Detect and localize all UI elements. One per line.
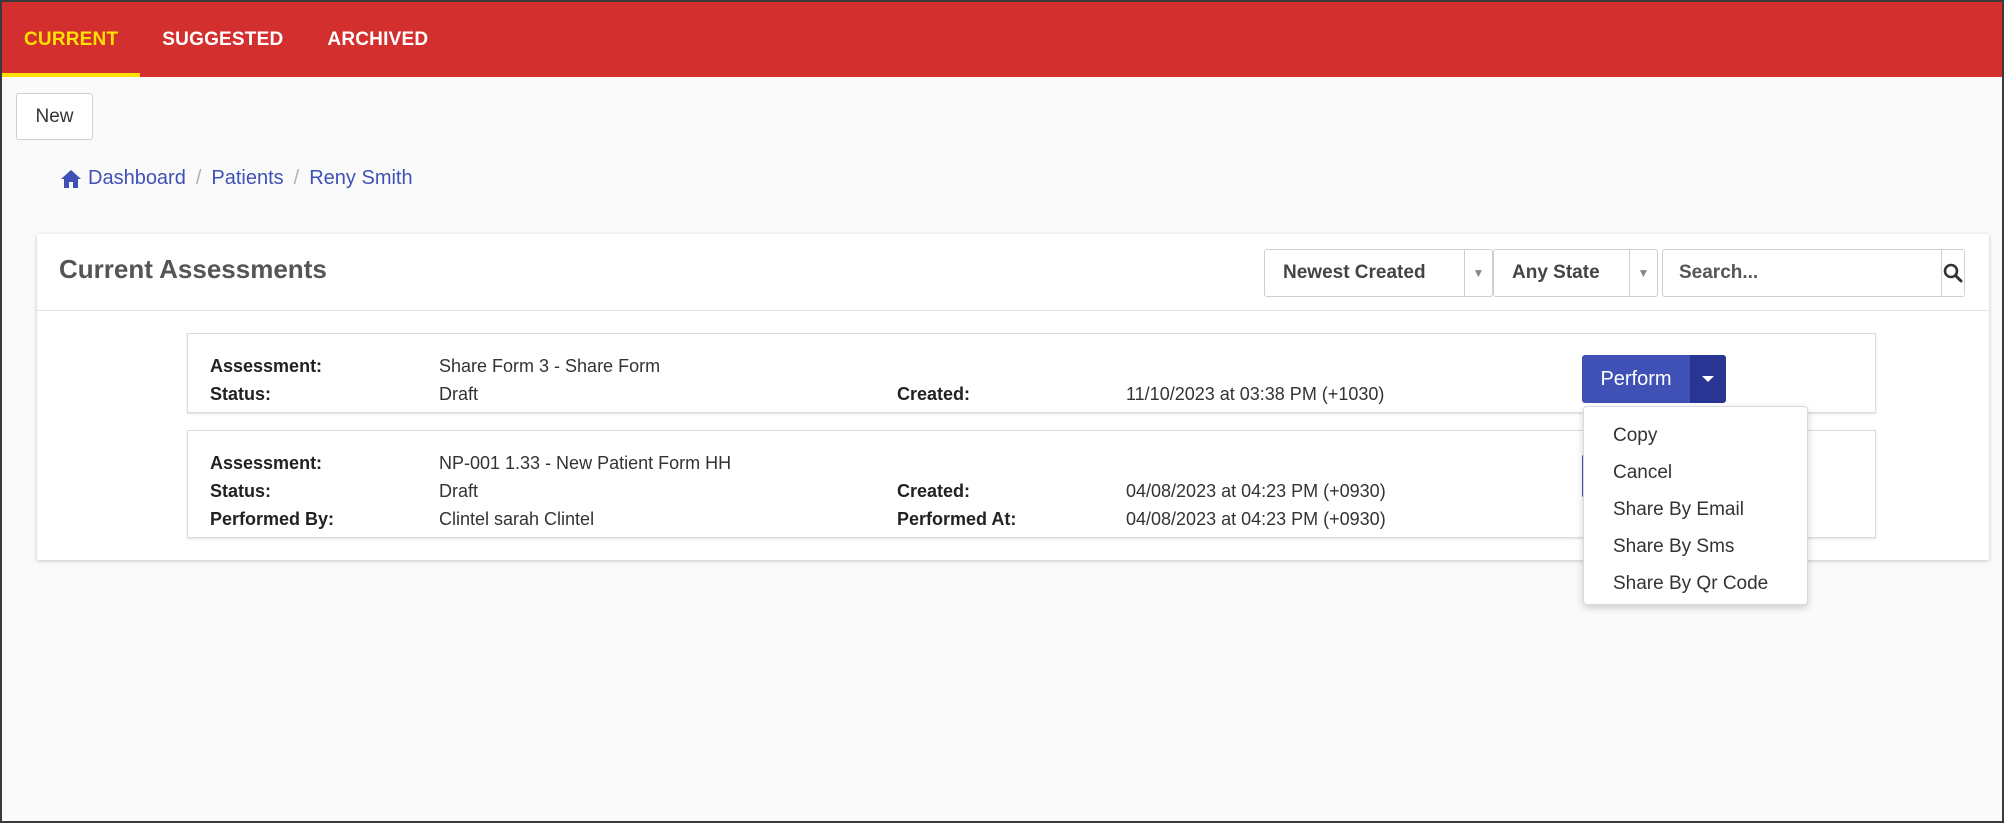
created-label: Created: xyxy=(897,384,971,404)
breadcrumb-patients[interactable]: Patients xyxy=(211,167,283,190)
menu-item-share-sms[interactable]: Share By Sms xyxy=(1584,528,1807,565)
menu-item-share-qr-code[interactable]: Share By Qr Code xyxy=(1584,565,1807,602)
assessment-value: NP-001 1.33 - New Patient Form HH xyxy=(439,453,732,473)
created-value: 11/10/2023 at 03:38 PM (+1030) xyxy=(1126,384,1385,404)
breadcrumb: Dashboard / Patients / Reny Smith xyxy=(60,167,413,190)
sort-select-value: Newest Created xyxy=(1283,262,1426,283)
card-header: Current Assessments Newest Created ▼ Any… xyxy=(37,234,1989,311)
perform-dropdown-toggle[interactable] xyxy=(1690,355,1726,403)
performed-by-label: Performed By: xyxy=(210,509,335,529)
breadcrumb-patient-name[interactable]: Reny Smith xyxy=(309,167,412,190)
performed-at-value: 04/08/2023 at 04:23 PM (+0930) xyxy=(1126,509,1386,529)
caret-down-icon xyxy=(1702,376,1714,382)
assessment-row: Assessment: Share Form 3 - Share Form St… xyxy=(187,333,1876,413)
search-input[interactable] xyxy=(1663,250,1941,296)
status-label: Status: xyxy=(210,384,272,404)
created-value: 04/08/2023 at 04:23 PM (+0930) xyxy=(1126,481,1386,501)
perform-dropdown-menu: Copy Cancel Share By Email Share By Sms … xyxy=(1583,406,1808,605)
app-window: CURRENT SUGGESTED ARCHIVED New Dashboard… xyxy=(0,0,2004,823)
status-label: Status: xyxy=(210,481,272,501)
search-icon xyxy=(1943,263,1963,283)
status-value: Draft xyxy=(439,384,479,404)
tab-suggested[interactable]: SUGGESTED xyxy=(140,2,305,77)
perform-button[interactable]: Perform xyxy=(1582,355,1690,403)
tab-archived[interactable]: ARCHIVED xyxy=(305,2,450,77)
breadcrumb-separator: / xyxy=(195,167,202,189)
chevron-down-icon: ▼ xyxy=(1464,250,1492,296)
tab-current[interactable]: CURRENT xyxy=(2,2,141,77)
breadcrumb-dashboard[interactable]: Dashboard xyxy=(88,167,186,190)
sort-select[interactable]: Newest Created ▼ xyxy=(1264,249,1493,297)
created-label: Created: xyxy=(897,481,971,501)
home-icon xyxy=(61,169,81,188)
top-tab-bar: CURRENT SUGGESTED ARCHIVED xyxy=(2,2,2002,77)
assessment-label: Assessment: xyxy=(210,453,323,473)
new-button[interactable]: New xyxy=(16,93,93,140)
menu-item-copy[interactable]: Copy xyxy=(1584,417,1807,454)
status-value: Draft xyxy=(439,481,479,501)
menu-item-share-email[interactable]: Share By Email xyxy=(1584,491,1807,528)
breadcrumb-separator: / xyxy=(293,167,300,189)
card-title: Current Assessments xyxy=(59,254,327,284)
menu-item-cancel[interactable]: Cancel xyxy=(1584,454,1807,491)
state-select-value: Any State xyxy=(1512,262,1600,283)
search-button[interactable] xyxy=(1941,250,1964,296)
performed-at-label: Performed At: xyxy=(897,509,1017,529)
assessment-value: Share Form 3 - Share Form xyxy=(439,356,661,376)
assessment-label: Assessment: xyxy=(210,356,323,376)
perform-split-button: Perform xyxy=(1582,355,1726,403)
state-select[interactable]: Any State ▼ xyxy=(1493,249,1658,297)
performed-by-value: Clintel sarah Clintel xyxy=(439,509,595,529)
search-box xyxy=(1662,249,1965,297)
chevron-down-icon: ▼ xyxy=(1629,250,1657,296)
